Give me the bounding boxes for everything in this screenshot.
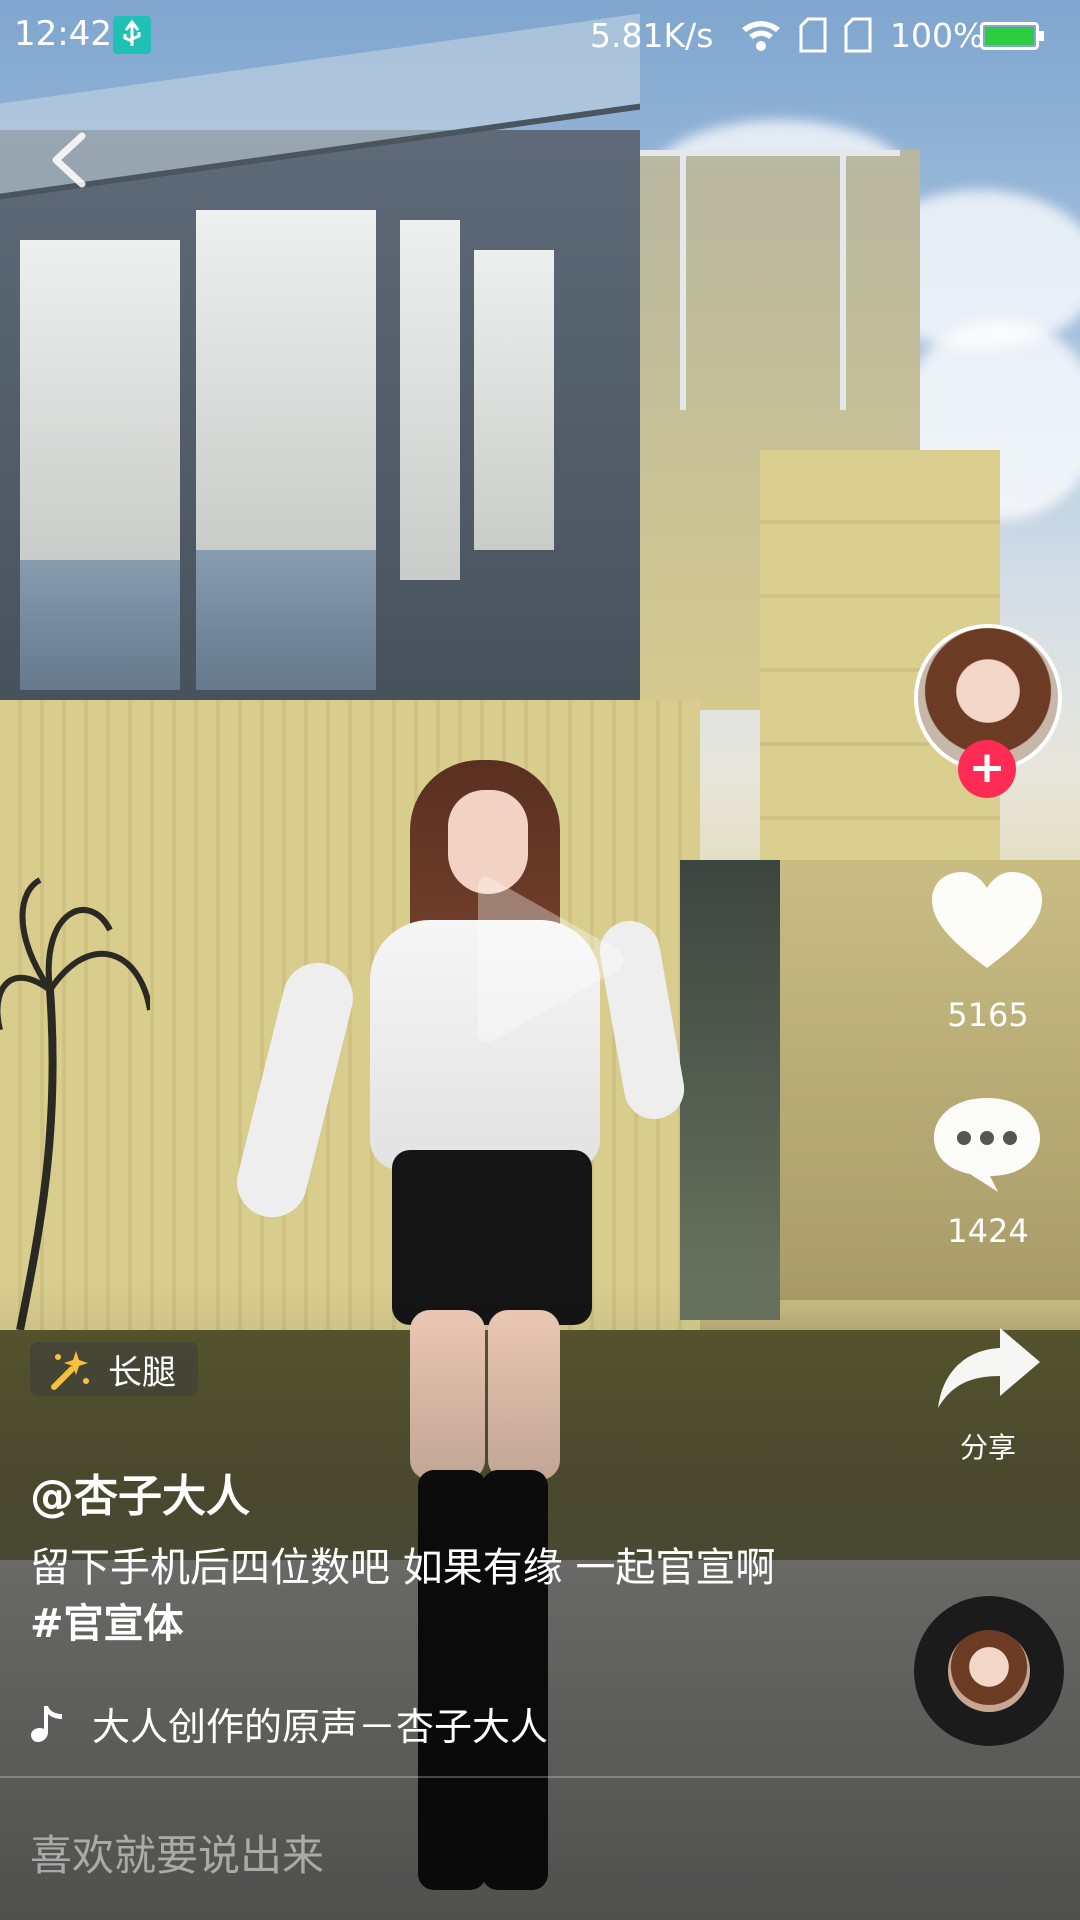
usb-icon (113, 16, 151, 54)
share-label: 分享 (959, 1431, 1016, 1464)
follow-button[interactable]: + (958, 740, 1016, 798)
music-note-icon (31, 1705, 62, 1742)
music-title: 大人创作的原声－杏子大人 (92, 1705, 549, 1749)
play-icon[interactable] (458, 870, 628, 1050)
sim-icon (799, 17, 827, 53)
music-disc-cover (948, 1630, 1030, 1712)
tag-chip[interactable]: 长腿 (30, 1342, 198, 1396)
divider (0, 1776, 1080, 1778)
comment-input[interactable]: 喜欢就要说出来 (30, 1822, 324, 1883)
post-caption: 留下手机后四位数吧 如果有缘 一起官宣啊 #官宣体 (30, 1540, 790, 1652)
wifi-icon (742, 21, 780, 51)
back-button[interactable] (44, 130, 94, 190)
caption-text: 留下手机后四位数吧 如果有缘 一起官宣啊 (30, 1545, 776, 1591)
network-speed: 5.81K/s (590, 16, 714, 55)
battery-icon (980, 22, 1044, 50)
like-count: 5165 (947, 996, 1029, 1034)
sim-icon (844, 17, 872, 53)
hashtag-link[interactable]: #官宣体 (30, 1601, 184, 1647)
battery-percentage: 100% (890, 16, 985, 55)
heart-icon[interactable] (932, 872, 1042, 972)
status-bar: 12:42 5.81K/s 100% (0, 0, 1080, 76)
share-icon[interactable] (936, 1326, 1042, 1410)
comment-icon[interactable] (932, 1094, 1042, 1194)
author-name[interactable]: @杏子大人 (30, 1460, 250, 1524)
tag-label: 长腿 (108, 1352, 176, 1393)
music-info[interactable]: 大人创作的原声－杏子大人 (30, 1696, 548, 1751)
sparkle-icon (51, 1351, 89, 1390)
status-time: 12:42 (14, 14, 112, 54)
comment-count: 1424 (947, 1212, 1029, 1250)
